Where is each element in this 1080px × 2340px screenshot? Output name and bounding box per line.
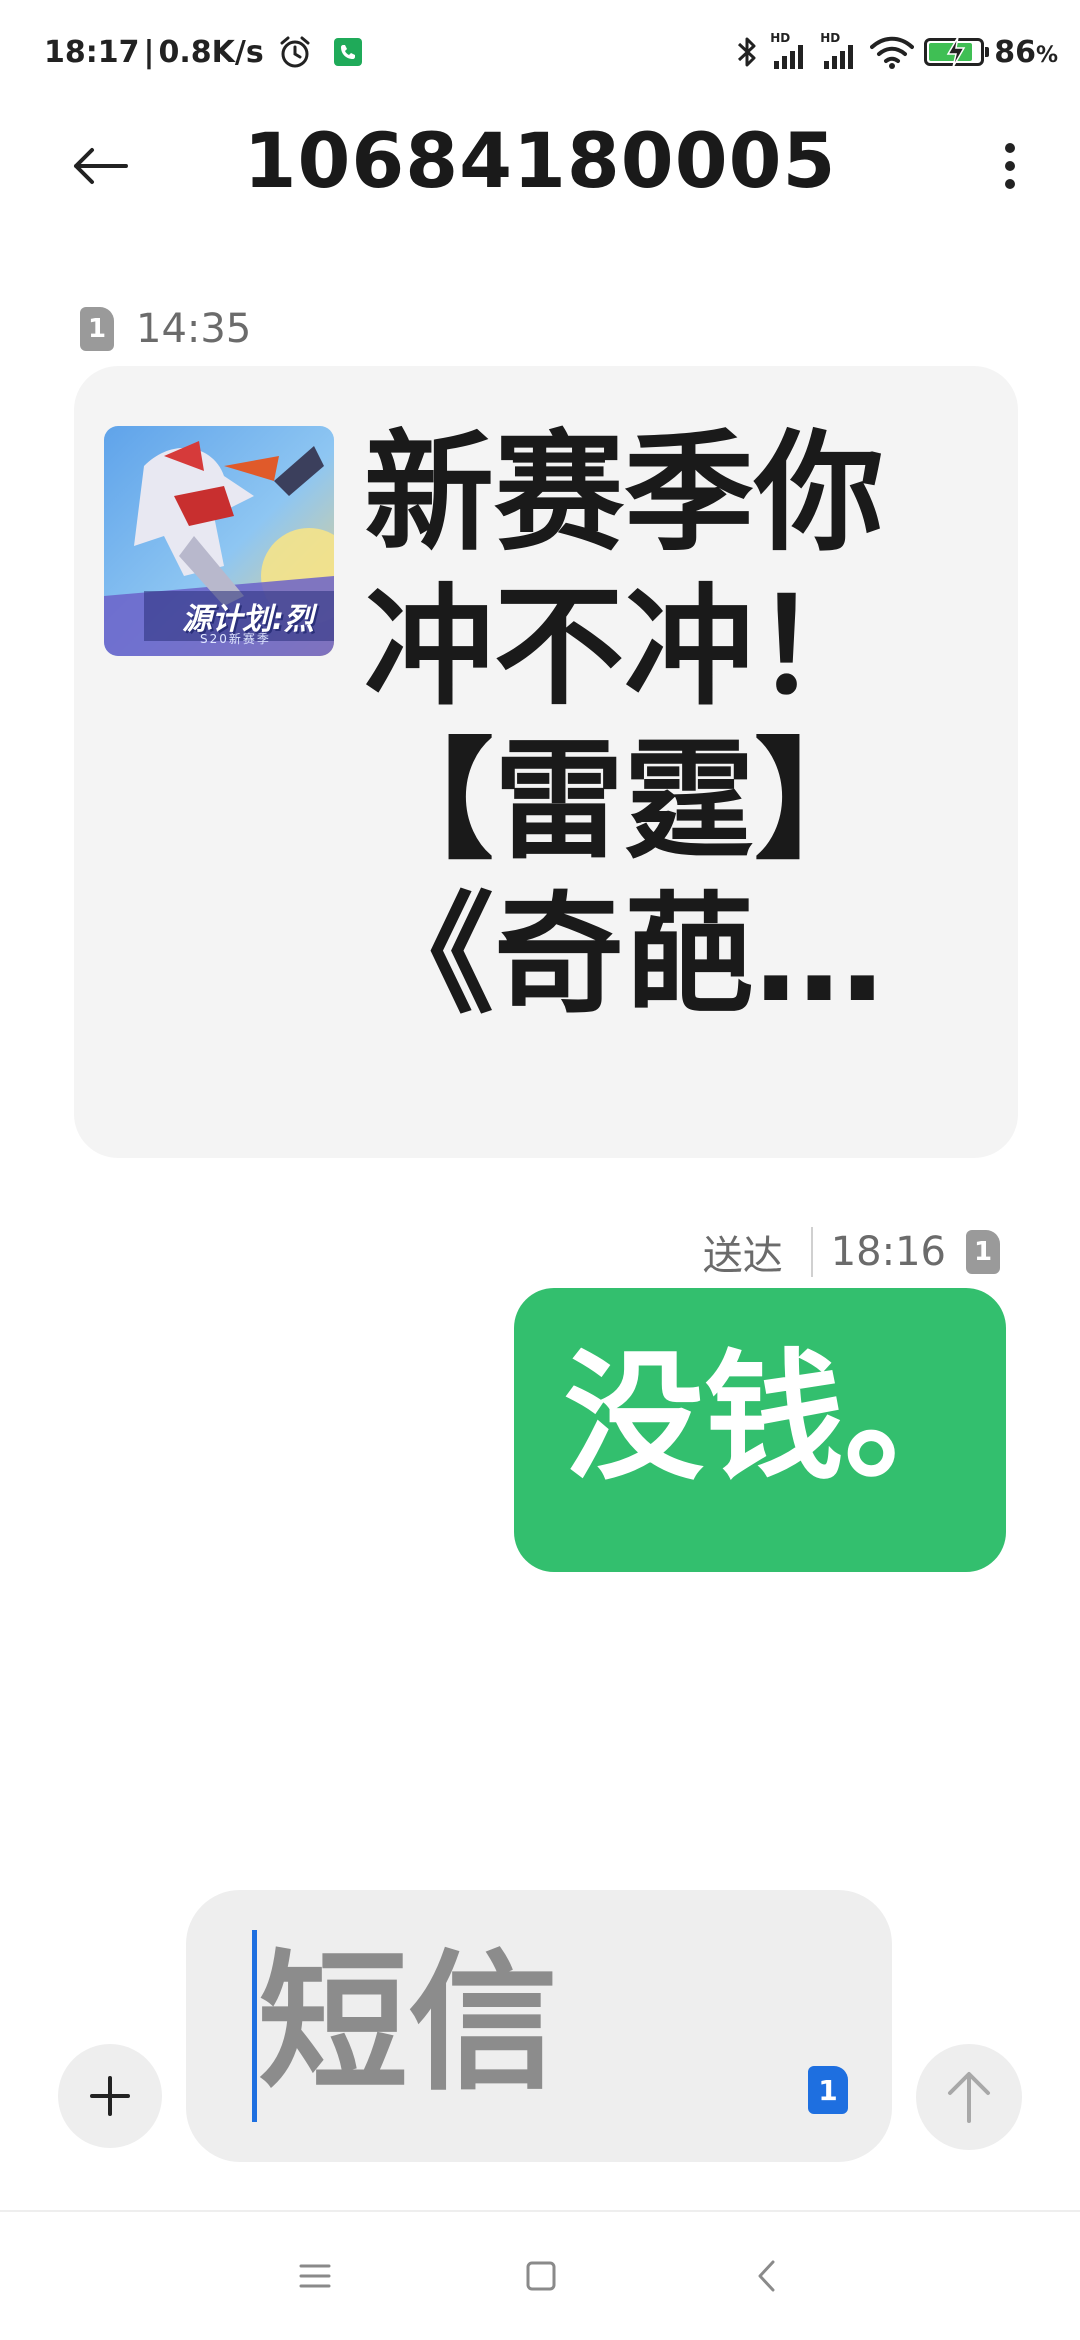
wifi-icon [870,36,915,69]
thumbnail-subtitle: S20新赛季 [200,632,271,646]
incoming-message-meta: 1 14:35 [80,306,251,352]
text-cursor [252,1930,257,2122]
recents-button[interactable] [285,2246,345,2306]
system-nav-bar [0,2212,1080,2340]
sim-card-icon: 1 [966,1230,1000,1274]
sim-select-button[interactable]: 1 [808,2066,848,2114]
delivery-status: 送达 [702,1233,783,1279]
home-button[interactable] [511,2246,571,2306]
status-right: HD HD 86% [724,28,1058,76]
status-bar: 18:17 | 0.8K/s HD HD 86% [0,0,1080,100]
menu-icon [299,2264,331,2288]
outgoing-message-time: 18:16 [830,1229,946,1275]
back-icon [758,2260,775,2292]
plus-icon [90,2076,130,2116]
home-icon [526,2261,556,2291]
send-button[interactable] [916,2044,1022,2150]
message-input-placeholder: 短信 [258,1937,559,2111]
status-left: 18:17 | 0.8K/s [44,30,362,74]
message-input[interactable]: 短信 1 [186,1890,892,2162]
incoming-message-text: 新赛季你冲不冲！【雷霆】《奇葩… [364,417,885,1031]
arrow-up-icon [948,2072,990,2123]
more-options-button[interactable] [980,126,1040,206]
incoming-message-bubble[interactable]: 源计划:烈 S20新赛季 新赛季你冲不冲！【雷霆】《奇葩… [74,366,1018,1158]
meta-divider [810,1227,813,1277]
battery-percent-suffix: % [1035,42,1058,68]
outgoing-message-meta: 送达 18:16 1 [702,1226,1000,1279]
alarm-icon [280,36,310,68]
outgoing-message-bubble[interactable]: 没钱。 [514,1288,1006,1572]
battery-percent-value: 86 [994,34,1036,70]
system-back-button[interactable] [736,2246,796,2306]
outgoing-message-text: 没钱。 [564,1337,985,1500]
bluetooth-icon [738,37,756,67]
status-separator: | [143,34,155,70]
page-title: 10684180005 [243,116,837,205]
incoming-message-time: 14:35 [136,306,252,352]
add-attachment-button[interactable] [58,2044,162,2148]
message-thumbnail[interactable]: 源计划:烈 S20新赛季 [104,426,334,656]
more-vertical-icon [1005,143,1015,189]
phone-call-icon [333,38,362,66]
battery-charging-icon [924,37,990,67]
status-time: 18:17 [44,34,140,70]
signal-icon: HD [820,31,860,69]
signal-icon: HD [770,31,810,69]
battery-percent: 86% [994,35,1058,70]
conversation-header: 10684180005 [0,100,1080,230]
net-speed: 0.8K/s [158,34,264,70]
sim-card-icon: 1 [80,307,114,351]
